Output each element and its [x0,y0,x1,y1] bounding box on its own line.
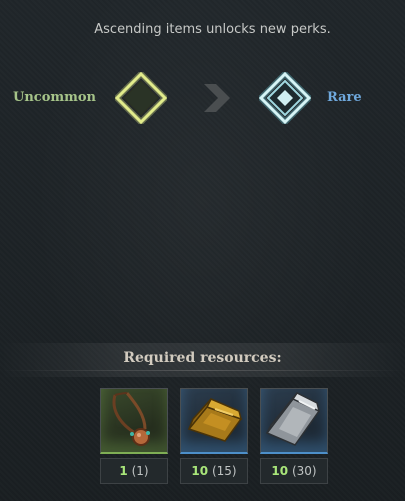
resource-need: (30) [291,464,317,478]
resource-count: 1 (1) [100,458,168,484]
chevron-right-icon [204,84,230,112]
uncommon-rarity-diamond-icon [112,69,170,127]
resource-slot-amulet[interactable]: 1 (1) [100,388,168,484]
divider [0,370,405,371]
gold-bar-icon [180,388,248,454]
required-resources-title: Required resources: [123,350,282,366]
amulet-necklace-icon [100,388,168,454]
ascension-subtitle: Ascending items unlocks new perks. [94,22,331,37]
resource-have: 10 [271,464,289,478]
rare-rarity-diamond-icon [256,69,314,127]
iron-bar-icon [260,388,328,454]
resource-slot-iron-bar[interactable]: 10 (30) [260,388,328,484]
resource-need: (1) [131,464,149,478]
resource-count: 10 (15) [180,458,248,484]
resource-need: (15) [211,464,237,478]
resource-have: 1 [119,464,128,478]
to-rarity-label: Rare [327,90,362,105]
resource-count: 10 (30) [260,458,328,484]
from-rarity-label: Uncommon [13,90,97,105]
resource-slot-gold-bar[interactable]: 10 (15) [180,388,248,484]
resource-have: 10 [191,464,209,478]
